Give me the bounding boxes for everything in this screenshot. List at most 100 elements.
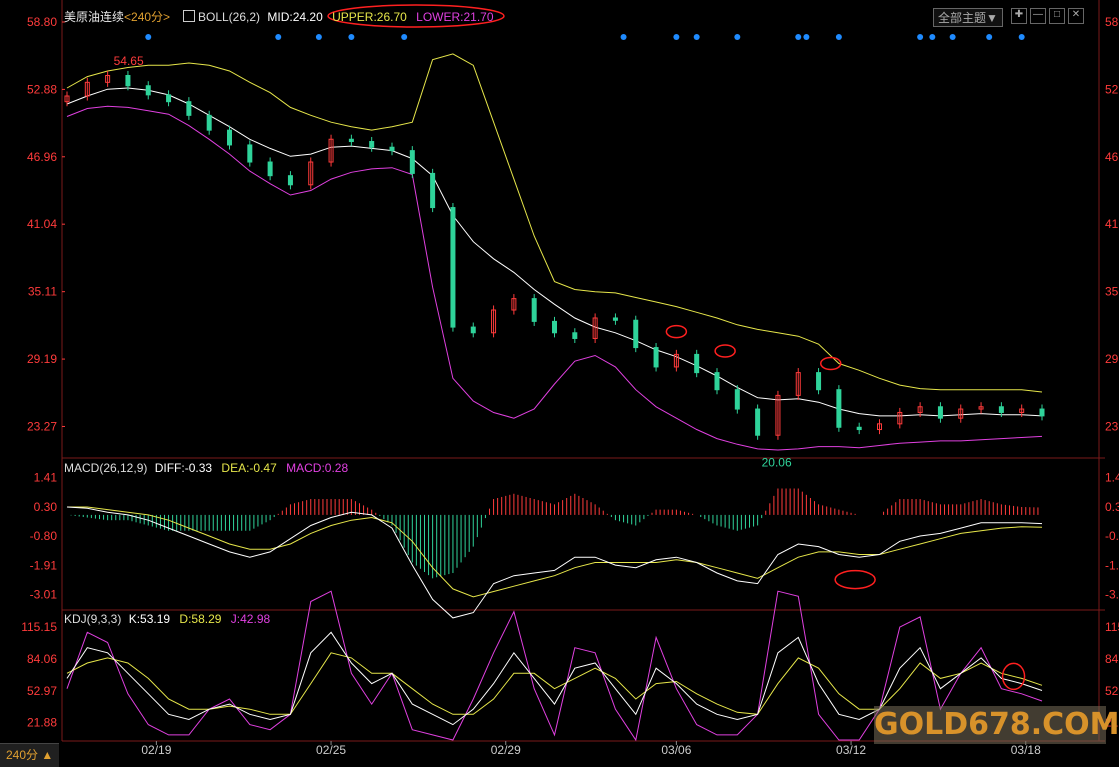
highlight-circle [714,344,736,358]
price-tick-label-left: 46.96 [27,150,57,164]
candle-body [552,320,557,334]
macd-tick-label-right: -0.80 [1105,529,1119,543]
symbol-title: 美原油连续<240分> [64,10,170,24]
macd-tick-label-right: -3.01 [1105,587,1119,601]
maximize-icon[interactable]: □ [1049,8,1065,24]
high-price-label: 54.65 [114,54,144,68]
candle-body [714,372,720,391]
kdj-k: K:53.19 [128,612,171,626]
candle-body [369,141,375,148]
kdj-tick-label-right: 52.97 [1105,684,1119,698]
candle-body [206,114,212,131]
macd-tick-label-right: 0.30 [1105,500,1119,514]
price-tick-label-right: 46.96 [1105,150,1119,164]
highlight-circle [820,356,842,371]
candle-body [145,85,151,96]
date-tick-label: 03/18 [1011,743,1041,757]
price-tick-label-right: 35.11 [1105,285,1119,299]
macd-tick-label-right: 1.41 [1105,471,1119,485]
candle-body [998,406,1004,413]
price-tick-label-right: 23.27 [1105,419,1119,433]
price-tick-label-right: 29.19 [1105,352,1119,366]
event-dot [734,34,741,40]
candle-body [694,353,700,374]
event-dot [401,34,408,40]
highlight-circle [834,569,876,590]
crosshair-icon[interactable]: ✚ [1011,8,1027,24]
macd-tick-label-right: -1.91 [1105,558,1119,572]
candle-body [531,298,537,322]
macd-tick-label-left: -0.80 [30,529,58,543]
boll-upper: UPPER:26.70 [332,10,407,24]
boll-mid-line [66,87,1043,417]
macd-tick-label-left: 0.30 [34,500,58,514]
macd-diff: DIFF:-0.33 [154,461,213,475]
price-tick-label-right: 52.88 [1105,82,1119,96]
candle-body [836,389,842,428]
watermark-logo: GOLD678.COM [874,706,1119,744]
date-tick-label: 02/29 [491,743,521,757]
kdj-tick-label-left: 21.88 [27,716,57,730]
period-selector-button[interactable]: 240分 ▲ [0,743,60,767]
candle-body [572,332,578,339]
event-dot [673,34,680,40]
candle-body [389,146,395,152]
candle-body [267,161,273,177]
theme-button[interactable]: 全部主题▼ [933,8,1003,27]
kdj-j: J:42.98 [230,612,271,626]
low-price-label: 20.06 [762,455,792,469]
candle-body [856,426,862,431]
kdj-d: D:58.29 [179,612,222,626]
close-icon[interactable]: ✕ [1068,8,1084,24]
boll-legend: BOLL(26,2) MID:24.20 UPPER:26.70 LOWER:2… [183,10,494,24]
macd-value: MACD:0.28 [286,461,349,475]
date-tick-label: 02/19 [141,743,171,757]
macd-legend: MACD(26,12,9) DIFF:-0.33 DEA:-0.47 MACD:… [64,461,348,475]
boll-label: BOLL(26,2) [198,10,261,24]
event-dot [1018,34,1025,40]
candle-body [227,129,232,146]
event-dot [929,34,936,40]
boll-lower: LOWER:21.70 [416,10,494,24]
candle-body [430,172,436,209]
event-dot [145,34,152,40]
candle-body [247,144,253,163]
candle-body [612,317,618,321]
event-dot [315,34,322,40]
boll-lower-line [66,105,1043,451]
candle-body [734,389,740,410]
event-dot [949,34,956,40]
event-dot [795,34,802,40]
boll-mid: MID:24.20 [267,10,323,24]
candle-body [186,101,192,116]
candle-body [450,207,456,328]
event-dot [803,34,810,40]
candle-body [409,150,415,174]
highlight-circle [665,324,688,339]
price-tick-label-left: 29.19 [27,352,57,366]
candle-body [166,94,172,103]
kdj-legend: KDJ(9,3,3) K:53.19 D:58.29 J:42.98 [64,612,270,626]
candle-body [633,319,639,349]
price-tick-label-left: 52.88 [27,82,57,96]
price-tick-label-right: 41.04 [1105,217,1119,231]
kdj-tick-label-right: 84.06 [1105,652,1119,666]
candle-body [816,372,822,391]
minimize-icon[interactable]: — [1030,8,1046,24]
candle-body [125,75,131,87]
kdj-name: KDJ(9,3,3) [64,612,122,626]
price-tick-label-left: 58.80 [27,15,57,29]
macd-tick-label-left: -3.01 [30,587,58,601]
candle-body [470,326,476,334]
kdj-tick-label-right: 115.15 [1105,620,1119,634]
candle-body [653,347,659,368]
boll-icon [183,10,195,22]
event-dot [917,34,924,40]
macd-tick-label-left: -1.91 [30,558,58,572]
period-label: <240分> [124,10,171,24]
event-dot [835,34,842,40]
macd-dea: DEA:-0.47 [221,461,277,475]
kdj-tick-label-left: 52.97 [27,684,57,698]
candle-body [348,138,354,143]
price-tick-label-left: 23.27 [27,419,57,433]
